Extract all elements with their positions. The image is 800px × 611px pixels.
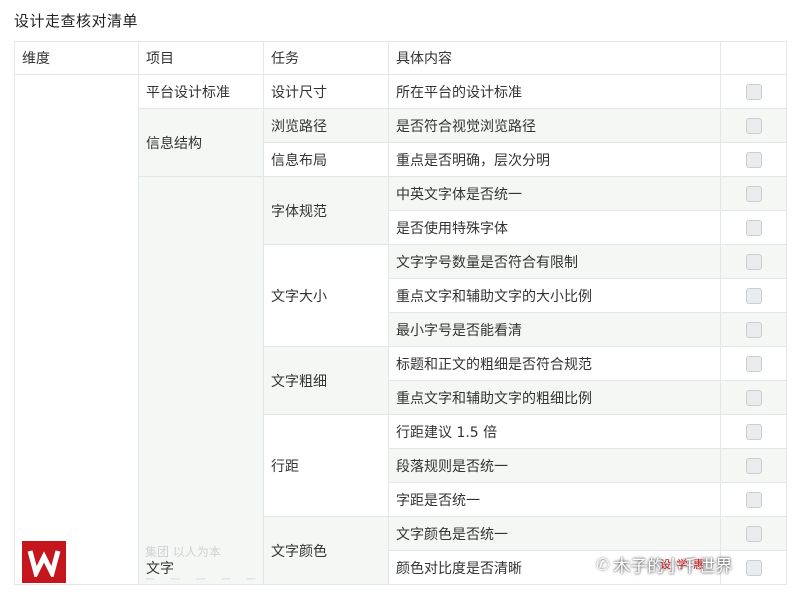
task-cell-browse-path: 浏览路径: [263, 108, 389, 143]
check-cell[interactable]: [720, 312, 787, 347]
check-cell[interactable]: [720, 448, 787, 483]
table-row: 平台设计标准 设计尺寸 所在平台的设计标准: [14, 74, 787, 585]
checkbox-icon[interactable]: [745, 423, 762, 440]
content-cell: 重点是否明确，层次分明: [388, 142, 721, 177]
task-cell-line-spacing: 行距: [263, 414, 389, 517]
content-cell: 中英文字体是否统一: [388, 176, 721, 211]
watermark: ✆ 木子的小千世界 设 学 惠: [596, 552, 732, 577]
content-cell: 是否使用特殊字体: [388, 210, 721, 245]
column-header-check: [720, 41, 787, 75]
watermark-stamp: 设 学 惠: [660, 558, 705, 571]
check-cell[interactable]: [720, 108, 787, 143]
check-cell[interactable]: [720, 210, 787, 245]
checkbox-icon[interactable]: [745, 253, 762, 270]
checkbox-icon[interactable]: [745, 287, 762, 304]
check-cell[interactable]: [720, 516, 787, 551]
check-cell[interactable]: [720, 142, 787, 177]
checkbox-icon[interactable]: [745, 151, 762, 168]
item-cell-info: 信息结构: [138, 108, 264, 177]
check-cell[interactable]: [720, 482, 787, 517]
checkbox-icon[interactable]: [745, 355, 762, 372]
column-header-content: 具体内容: [388, 41, 721, 75]
column-header-item: 项目: [138, 41, 264, 75]
content-cell: 段落规则是否统一: [388, 448, 721, 483]
checkbox-icon[interactable]: [745, 457, 762, 474]
content-cell: 行距建议 1.5 倍: [388, 414, 721, 449]
check-cell[interactable]: [720, 380, 787, 415]
task-cell-info-layout: 信息布局: [263, 142, 389, 177]
task-cell-text-color: 文字颜色: [263, 516, 389, 585]
content-cell: 文字字号数量是否符合有限制: [388, 244, 721, 279]
checkbox-icon[interactable]: [745, 559, 762, 576]
task-cell-text-size: 文字大小: [263, 244, 389, 347]
task-cell-size: 设计尺寸: [263, 74, 389, 109]
table-header-row: 维度 项目 任务 具体内容: [14, 41, 787, 75]
checkbox-icon[interactable]: [745, 525, 762, 542]
content-cell: 文字颜色是否统一: [388, 516, 721, 551]
page-title: 设计走查核对清单: [14, 12, 139, 30]
item-cell-text: 文字: [138, 176, 264, 585]
column-header-task: 任务: [263, 41, 389, 75]
item-cell-platform: 平台设计标准: [138, 74, 264, 109]
checkbox-icon[interactable]: [745, 491, 762, 508]
checklist-table: 维度 项目 任务 具体内容 平台设计标准 设计尺寸 所在平台的设计标准 信息结构…: [14, 41, 787, 585]
task-cell-text-weight: 文字粗细: [263, 346, 389, 415]
checkbox-icon[interactable]: [745, 219, 762, 236]
check-cell[interactable]: [720, 278, 787, 313]
wechat-icon: ✆: [596, 555, 610, 574]
content-cell: 标题和正文的粗细是否符合规范: [388, 346, 721, 381]
logo-icon: [22, 541, 66, 583]
checkbox-icon[interactable]: [745, 83, 762, 100]
checklist-table-container: 维度 项目 任务 具体内容 平台设计标准 设计尺寸 所在平台的设计标准 信息结构…: [14, 41, 787, 611]
content-cell: 重点文字和辅助文字的粗细比例: [388, 380, 721, 415]
column-header-dimension: 维度: [14, 41, 139, 75]
ghost-overlay-subtext: 一 一 一 一 一: [145, 575, 262, 586]
content-cell: 所在平台的设计标准: [388, 74, 721, 109]
check-cell[interactable]: [720, 414, 787, 449]
check-cell[interactable]: [720, 346, 787, 381]
content-cell: 是否符合视觉浏览路径: [388, 108, 721, 143]
content-cell: 字距是否统一: [388, 482, 721, 517]
checkbox-icon[interactable]: [745, 389, 762, 406]
content-cell: 重点文字和辅助文字的大小比例: [388, 278, 721, 313]
task-cell-font-spec: 字体规范: [263, 176, 389, 245]
ghost-overlay-text: 集团 以人为本: [145, 545, 221, 559]
check-cell[interactable]: [720, 244, 787, 279]
dimension-cell: [14, 74, 139, 585]
content-cell: 最小字号是否能看清: [388, 312, 721, 347]
check-cell[interactable]: [720, 74, 787, 109]
checkbox-icon[interactable]: [745, 321, 762, 338]
checkbox-icon[interactable]: [745, 185, 762, 202]
checkbox-icon[interactable]: [745, 117, 762, 134]
check-cell[interactable]: [720, 176, 787, 211]
